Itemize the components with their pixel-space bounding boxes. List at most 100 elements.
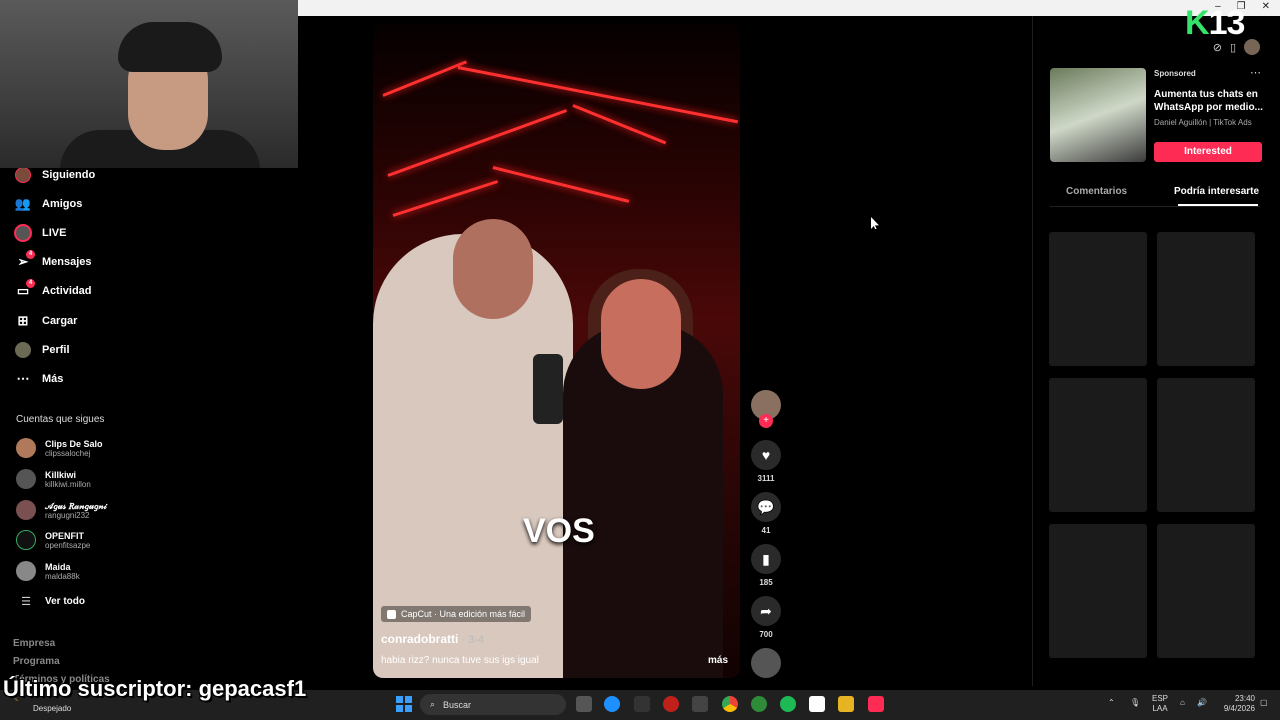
account-name: 𝒜𝑔𝓊𝓈 𝑅𝒶𝓃𝑔𝓊𝑔𝓃𝒾 bbox=[45, 500, 107, 511]
followed-account[interactable]: OPENFIT openfitsazpe bbox=[16, 530, 90, 550]
edge-icon[interactable] bbox=[604, 696, 620, 712]
share-count: 700 bbox=[759, 630, 773, 639]
language-indicator[interactable]: ESP LAA bbox=[1152, 694, 1168, 714]
nav-label: Siguiendo bbox=[42, 169, 96, 181]
suggested-video-placeholder[interactable] bbox=[1157, 524, 1255, 658]
save-button[interactable]: ▮ 185 bbox=[750, 544, 782, 587]
avatar bbox=[16, 500, 36, 520]
interviewer-head bbox=[453, 219, 533, 319]
followed-account[interactable]: Clips De Salo clipssalochej bbox=[16, 438, 103, 458]
capcut-label: CapCut · Una edición más fácil bbox=[401, 609, 526, 619]
network-icon[interactable]: ⌂ bbox=[1180, 698, 1185, 708]
start-button[interactable] bbox=[396, 696, 412, 712]
comment-icon: 💬 bbox=[751, 492, 781, 522]
nav-following[interactable]: Siguiendo bbox=[14, 166, 95, 184]
file-explorer-icon[interactable] bbox=[838, 696, 854, 712]
nav-upload[interactable]: ⊞ Cargar bbox=[14, 312, 78, 330]
messages-badge: 4 bbox=[26, 250, 35, 259]
video-overlay-text: VOS bbox=[523, 512, 595, 550]
author-name: conradobratti bbox=[381, 632, 459, 646]
nav-label: LIVE bbox=[42, 227, 67, 239]
header-icons: ⊘ ▯ bbox=[1180, 38, 1260, 56]
clock-date: 9/4/2026 bbox=[1223, 704, 1255, 713]
neon-light bbox=[382, 60, 468, 97]
interviewee-head bbox=[601, 279, 681, 389]
video-player[interactable]: VOS CapCut · Una edición más fácil conra… bbox=[373, 24, 740, 678]
followed-account[interactable]: Killkiwi killkiwi.millon bbox=[16, 469, 91, 489]
obs-icon[interactable] bbox=[692, 696, 708, 712]
avatar bbox=[16, 438, 36, 458]
nav-friends[interactable]: 👥 Amigos bbox=[14, 195, 82, 213]
nav-messages[interactable]: ➢ 4 Mensajes bbox=[14, 250, 92, 271]
footer-company-link[interactable]: Empresa bbox=[13, 638, 55, 649]
capcut-tag[interactable]: CapCut · Una edición más fácil bbox=[381, 606, 532, 622]
interested-button[interactable]: Interested bbox=[1154, 142, 1262, 162]
suggested-video-placeholder[interactable] bbox=[1157, 232, 1255, 366]
heart-icon: ♥ bbox=[751, 440, 781, 470]
account-handle: rangugni232 bbox=[45, 510, 90, 520]
like-button[interactable]: ♥ 3111 bbox=[750, 440, 782, 483]
video-author[interactable]: conradobratti · 3-4 bbox=[381, 632, 484, 646]
spotify-icon[interactable] bbox=[780, 696, 796, 712]
comment-button[interactable]: 💬 41 bbox=[750, 492, 782, 535]
nav-profile[interactable]: Perfil bbox=[14, 341, 70, 359]
live-icon bbox=[14, 224, 32, 242]
ad-thumbnail[interactable] bbox=[1050, 68, 1146, 162]
stream-app-icon[interactable] bbox=[634, 696, 650, 712]
ad-advertiser: Daniel Aguillón | TikTok Ads bbox=[1154, 118, 1252, 127]
post-date: · 3-4 bbox=[458, 634, 485, 646]
share-button[interactable]: ➦ 700 bbox=[750, 596, 782, 639]
search-icon: ⌕ bbox=[430, 699, 436, 709]
suggested-video-placeholder[interactable] bbox=[1049, 232, 1147, 366]
tray-chevron-icon[interactable]: ⌃ bbox=[1108, 698, 1115, 708]
user-avatar[interactable] bbox=[1244, 39, 1260, 55]
upload-icon: ⊞ bbox=[17, 313, 29, 328]
author-avatar-button[interactable]: + bbox=[750, 390, 782, 428]
footer-program-link[interactable]: Programa bbox=[13, 656, 60, 667]
followed-account[interactable]: Maida malda88k bbox=[16, 561, 80, 581]
followed-account[interactable]: 𝒜𝑔𝓊𝓈 𝑅𝒶𝓃𝑔𝓊𝑔𝓃𝒾 rangugni232 bbox=[16, 500, 107, 520]
account-handle: clipssalochej bbox=[45, 448, 91, 458]
microphone bbox=[533, 354, 563, 424]
tab-comments[interactable]: Comentarios bbox=[1066, 186, 1127, 197]
browser-top-bar: – ❐ ✕ bbox=[298, 0, 1280, 16]
ad-title[interactable]: Aumenta tus chats en WhatsApp por medio.… bbox=[1154, 88, 1264, 114]
task-view-icon[interactable] bbox=[576, 696, 592, 712]
tiktok-icon[interactable] bbox=[868, 696, 884, 712]
like-count: 3111 bbox=[757, 474, 775, 483]
avatar bbox=[16, 469, 36, 489]
more-button[interactable]: más bbox=[708, 655, 728, 666]
notifications-icon[interactable]: ▢ bbox=[1260, 698, 1268, 708]
suggested-video-placeholder[interactable] bbox=[1157, 378, 1255, 512]
avatar bbox=[16, 561, 36, 581]
tab-suggested[interactable]: Podría interesarte bbox=[1174, 186, 1260, 197]
xbox-icon[interactable] bbox=[751, 696, 767, 712]
music-disc-button[interactable] bbox=[750, 648, 782, 678]
suggested-video-placeholder[interactable] bbox=[1049, 378, 1147, 512]
nav-label: Amigos bbox=[42, 198, 83, 210]
follow-plus-icon[interactable]: + bbox=[759, 414, 773, 428]
account-name: Killkiwi bbox=[45, 469, 77, 480]
nav-live[interactable]: LIVE bbox=[14, 224, 66, 242]
microphone-icon[interactable]: 🎙 bbox=[1130, 698, 1140, 708]
volume-icon[interactable]: 🔊 bbox=[1197, 698, 1207, 708]
capcut-app-icon[interactable] bbox=[809, 696, 825, 712]
webcam-hair bbox=[118, 22, 222, 72]
phone-icon[interactable]: ▯ bbox=[1230, 41, 1236, 54]
see-all-label: Ver todo bbox=[45, 596, 86, 607]
record-app-icon[interactable] bbox=[663, 696, 679, 712]
clock[interactable]: 23:40 9/4/2026 bbox=[1215, 694, 1255, 714]
close-button[interactable]: ✕ bbox=[1262, 1, 1270, 12]
chrome-icon[interactable] bbox=[722, 696, 738, 712]
following-section-title: Cuentas que sigues bbox=[16, 414, 105, 425]
suggested-video-placeholder[interactable] bbox=[1049, 524, 1147, 658]
see-all-link[interactable]: ☰ Ver todo bbox=[16, 595, 85, 608]
panel-divider bbox=[1032, 16, 1033, 686]
more-icon: ⋯ bbox=[16, 371, 30, 386]
nav-more[interactable]: ⋯ Más bbox=[14, 370, 64, 388]
taskbar-search[interactable]: ⌕ Buscar bbox=[420, 694, 566, 715]
nav-activity[interactable]: ▭ 4 Actividad bbox=[14, 279, 92, 300]
compass-icon[interactable]: ⊘ bbox=[1213, 41, 1222, 54]
ad-menu-icon[interactable]: ⋯ bbox=[1250, 66, 1261, 79]
account-name: OPENFIT bbox=[45, 530, 85, 541]
